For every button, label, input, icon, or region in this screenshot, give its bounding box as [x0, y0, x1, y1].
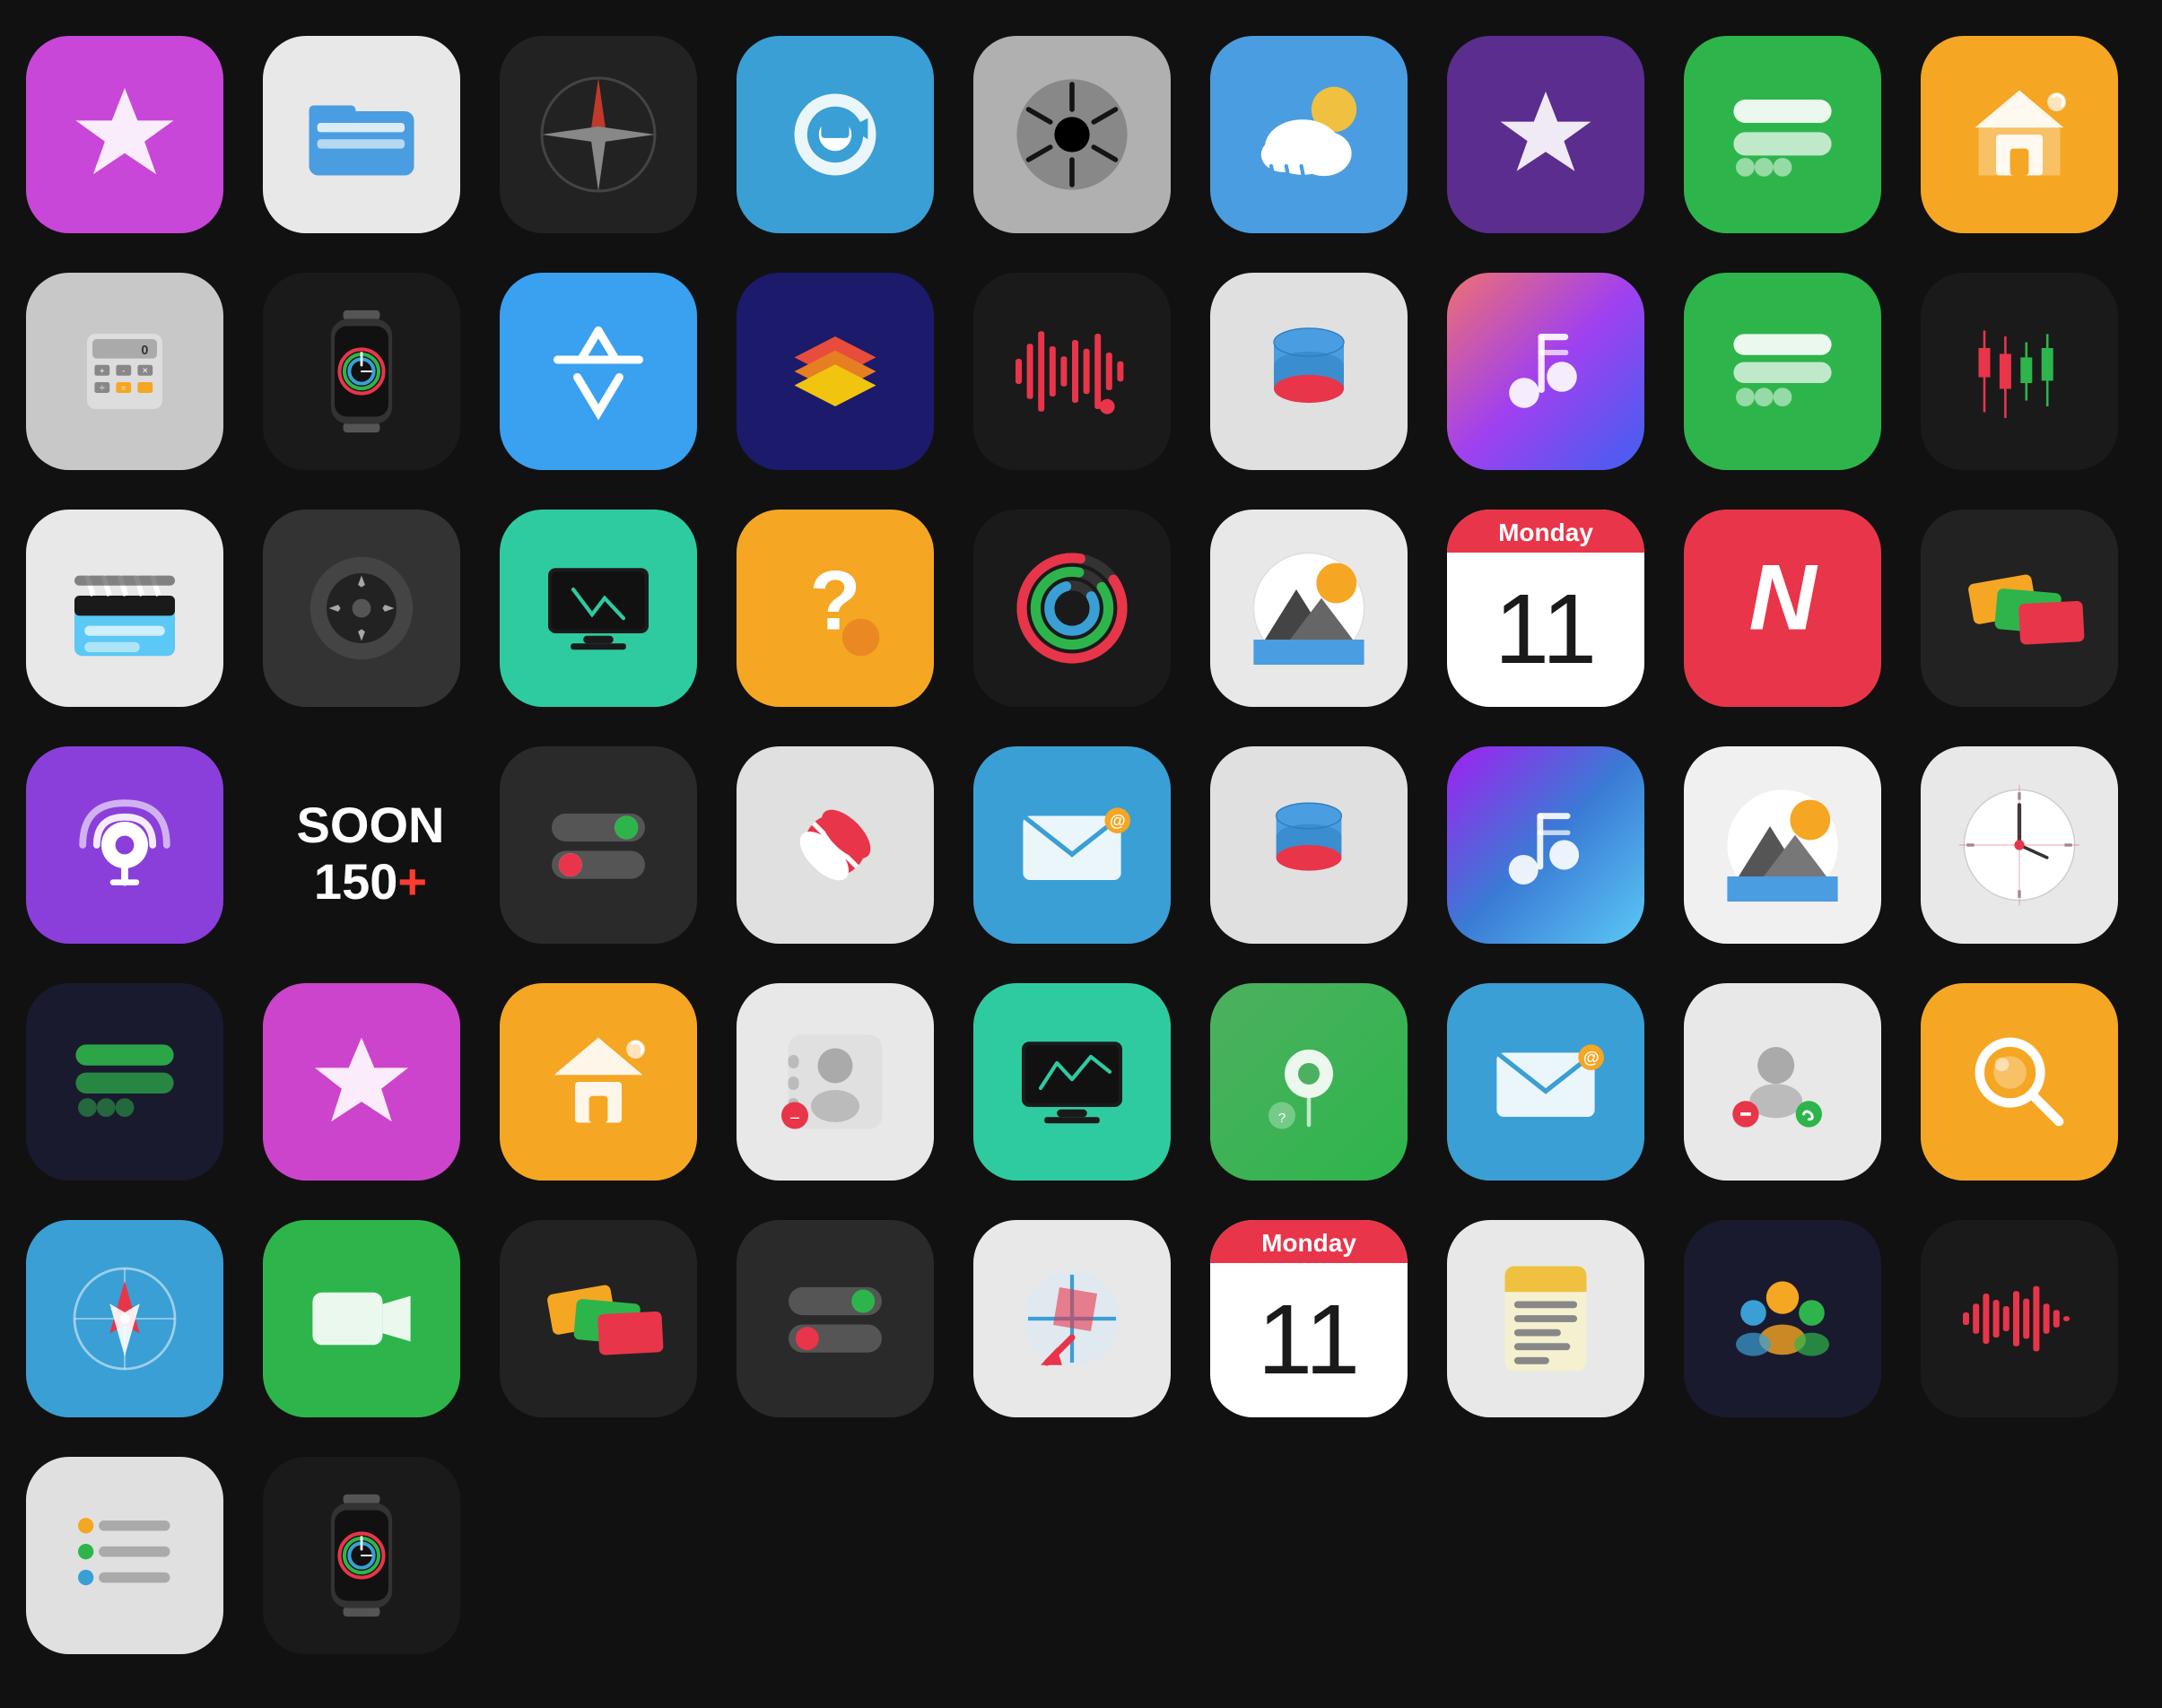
icon-imovie[interactable] — [1447, 36, 1644, 233]
icon-music-capo[interactable] — [1447, 273, 1644, 470]
icon-maps[interactable]: ? — [1210, 983, 1408, 1181]
icon-star-reeder[interactable] — [263, 983, 460, 1181]
icon-carrot[interactable] — [26, 36, 223, 233]
calendar-month-2: Monday — [1210, 1220, 1408, 1263]
icon-resolution-2[interactable] — [973, 983, 1171, 1181]
icon-home-2[interactable] — [500, 983, 697, 1181]
calendar-day-2: 11 — [1210, 1263, 1408, 1417]
svg-text:=: = — [121, 384, 126, 394]
icon-news[interactable]: N — [1684, 510, 1881, 707]
icon-ticket[interactable] — [1921, 510, 2118, 707]
icon-landscape[interactable] — [1210, 510, 1408, 707]
icon-scrobbles[interactable] — [26, 983, 223, 1181]
icon-screencapture[interactable] — [737, 36, 934, 233]
icon-database-2[interactable] — [1210, 746, 1408, 944]
svg-text:+: + — [100, 366, 105, 376]
icon-podcast[interactable] — [26, 746, 223, 944]
icon-safari[interactable] — [26, 1220, 223, 1417]
svg-text:?: ? — [1278, 1111, 1286, 1126]
icon-notes[interactable] — [1447, 1220, 1644, 1417]
icon-clapper[interactable] — [26, 510, 223, 707]
svg-text:×: × — [143, 365, 148, 376]
icon-apple-watch[interactable] — [263, 273, 460, 470]
icon-contacts[interactable]: – — [737, 983, 934, 1181]
icon-toggles[interactable] — [500, 746, 697, 944]
icon-toggles-2[interactable] — [737, 1220, 934, 1417]
svg-text:–: – — [790, 1108, 799, 1126]
icon-calendar-2[interactable]: Monday 11 — [1210, 1220, 1408, 1417]
icon-sound-2[interactable] — [1921, 1220, 2118, 1417]
icon-weather[interactable] — [1210, 36, 1408, 233]
svg-text:@: @ — [1110, 812, 1126, 830]
icon-grid: 0 + - × ÷ = — [0, 0, 2162, 1708]
svg-text:-: - — [122, 366, 125, 376]
icon-medicine[interactable] — [737, 746, 934, 944]
icon-help[interactable]: ? — [737, 510, 934, 707]
icon-calendar[interactable]: Monday 11 — [1447, 510, 1644, 707]
icon-landscape-2[interactable] — [1684, 746, 1881, 944]
svg-text:N: N — [1748, 545, 1818, 649]
calendar-day: 11 — [1447, 553, 1644, 707]
icon-file-browser[interactable] — [263, 36, 460, 233]
icon-aperture[interactable] — [973, 36, 1171, 233]
icon-list[interactable] — [26, 1457, 223, 1654]
icon-calculator[interactable]: 0 + - × ÷ = — [26, 273, 223, 470]
icon-database[interactable] — [1210, 273, 1408, 470]
icon-activity[interactable] — [973, 510, 1171, 707]
icon-layers[interactable] — [737, 273, 934, 470]
soon-announcement: SOON 150 + — [263, 746, 478, 962]
icon-apple-watch-2[interactable] — [263, 1457, 460, 1654]
soon-count: 150 — [314, 852, 397, 911]
icon-team[interactable] — [1684, 1220, 1881, 1417]
icon-music-grad[interactable] — [1447, 746, 1644, 944]
icon-clock[interactable] — [1921, 746, 2118, 944]
icon-candle-chart[interactable] — [1921, 273, 2118, 470]
icon-facetime[interactable] — [263, 1220, 460, 1417]
icon-spotlight[interactable] — [1921, 983, 2118, 1181]
soon-label: SOON — [297, 797, 445, 853]
icon-airmail[interactable]: @ — [973, 746, 1171, 944]
icon-green-chat[interactable] — [1684, 36, 1881, 233]
icon-scrobbles-green[interactable] — [1684, 273, 1881, 470]
icon-resolution[interactable] — [500, 510, 697, 707]
icon-ipod[interactable] — [263, 510, 460, 707]
icon-app-store[interactable] — [500, 273, 697, 470]
icon-ticket-2[interactable] — [500, 1220, 697, 1417]
icon-home[interactable] — [1921, 36, 2118, 233]
icon-phone-contacts[interactable] — [1684, 983, 1881, 1181]
icon-maps-2[interactable] — [973, 1220, 1171, 1417]
icon-sound-analyzer[interactable] — [973, 273, 1171, 470]
svg-text:0: 0 — [141, 344, 148, 358]
icon-compass[interactable] — [500, 36, 697, 233]
soon-plus: + — [397, 852, 427, 911]
svg-text:÷: ÷ — [100, 383, 105, 394]
svg-text:@: @ — [1583, 1049, 1600, 1067]
icon-airmail-2[interactable]: @ — [1447, 983, 1644, 1181]
calendar-month: Monday — [1447, 510, 1644, 553]
